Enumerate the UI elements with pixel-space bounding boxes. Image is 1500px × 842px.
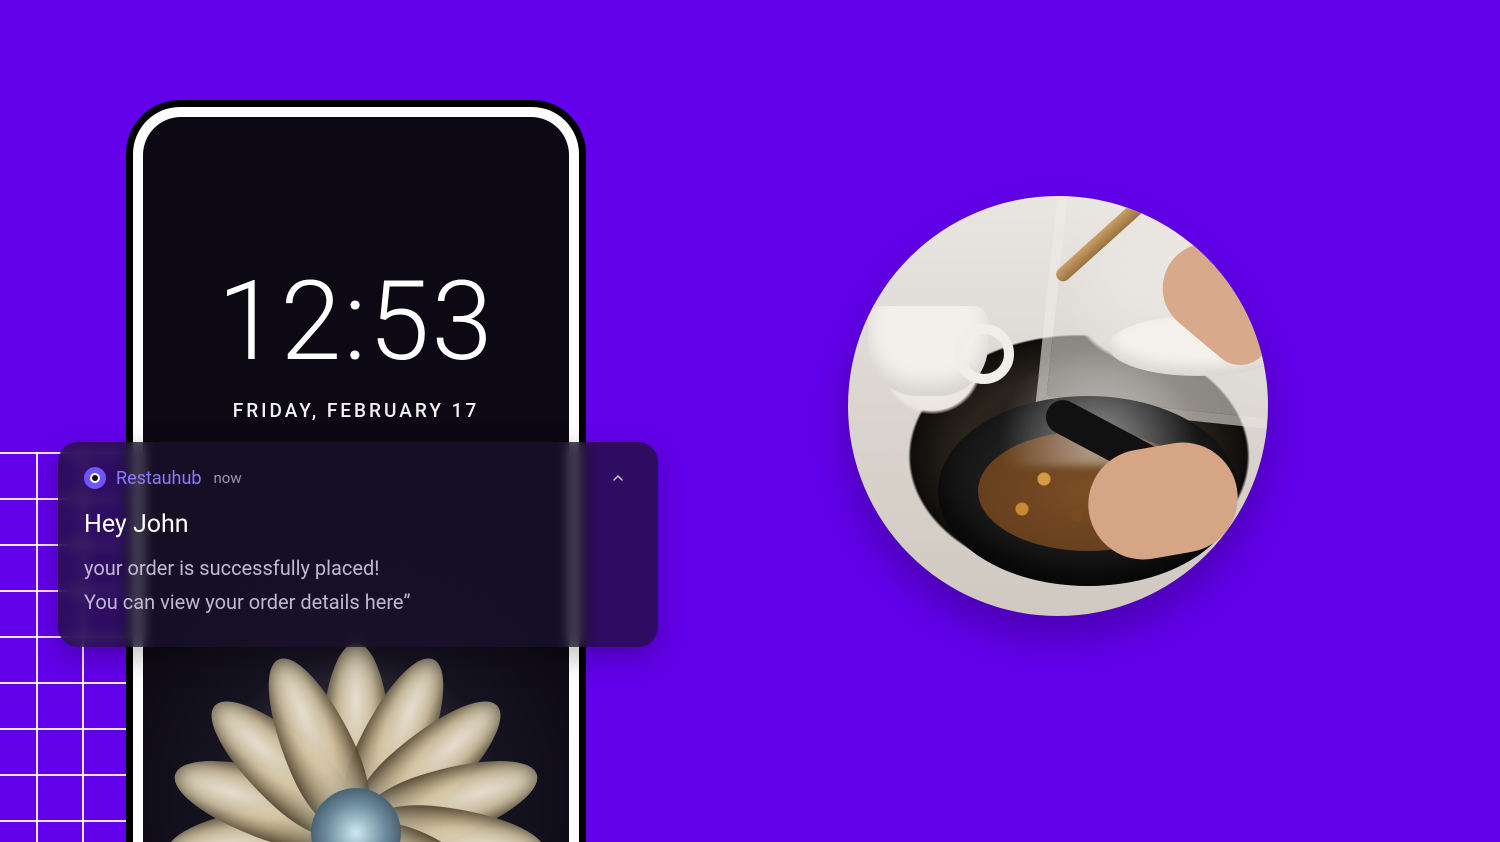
- wallpaper-flower: [146, 623, 566, 842]
- hero-circle-image: [848, 196, 1268, 616]
- notification-body-line1: your order is successfully placed!: [84, 551, 632, 585]
- notification-timestamp: now: [213, 469, 241, 487]
- restauhub-app-icon: [84, 467, 106, 489]
- chevron-up-icon[interactable]: [604, 464, 632, 492]
- notification-body-line2: You can view your order details here”: [84, 585, 632, 619]
- lockscreen-clock-area: 12:53 FRIDAY, FEBRUARY 17: [143, 267, 569, 422]
- notification-body: your order is successfully placed! You c…: [84, 551, 632, 619]
- notification-app-name: Restauhub: [116, 468, 201, 489]
- lockscreen-date: FRIDAY, FEBRUARY 17: [143, 399, 569, 422]
- notification-card[interactable]: Restauhub now Hey John your order is suc…: [58, 442, 658, 647]
- notification-title: Hey John: [84, 510, 632, 539]
- notification-header: Restauhub now: [84, 464, 632, 492]
- lockscreen-time: 12:53: [143, 267, 569, 377]
